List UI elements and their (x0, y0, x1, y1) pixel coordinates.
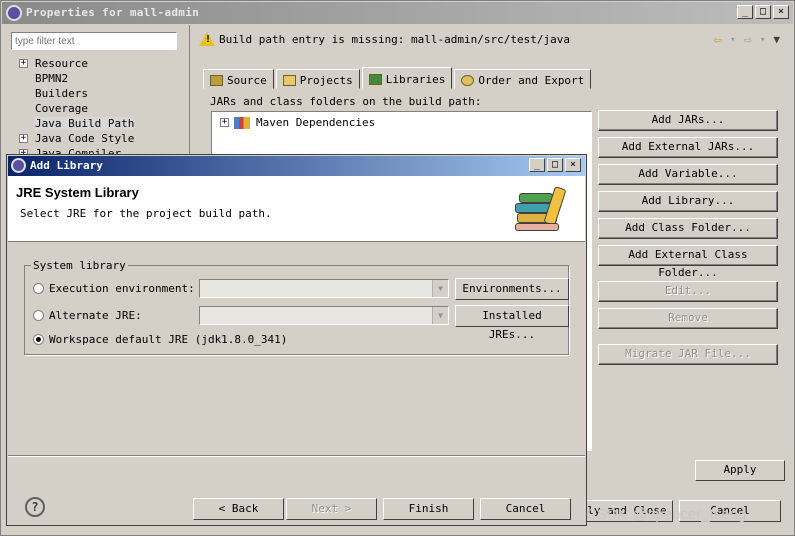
eclipse-icon (11, 158, 26, 173)
tree-item-java-code-style[interactable]: + Java Code Style (19, 131, 134, 146)
tab-source[interactable]: Source (203, 69, 274, 89)
expand-icon[interactable]: + (19, 134, 28, 143)
tree-item-bpmn2[interactable]: BPMN2 (19, 71, 134, 86)
workspace-default-label: Workspace default JRE (jdk1.8.0_341) (49, 333, 288, 346)
finish-button[interactable]: Finish (383, 498, 474, 520)
environments-button[interactable]: Environments... (455, 278, 569, 300)
libraries-icon (368, 73, 382, 85)
dropdown-icon[interactable]: ▾ (760, 32, 765, 48)
filter-input[interactable] (11, 32, 177, 50)
dialog-header: JRE System Library Select JRE for the pr… (8, 176, 585, 242)
close-button[interactable]: × (773, 5, 789, 19)
message-bar: Build path entry is missing: mall-admin/… (191, 26, 792, 54)
add-class-folder-button[interactable]: Add Class Folder... (598, 218, 778, 239)
workspace-default-radio[interactable] (33, 334, 44, 345)
panel-divider (189, 25, 190, 155)
warning-icon (199, 32, 215, 46)
tree-item-builders[interactable]: Builders (19, 86, 134, 101)
properties-titlebar[interactable]: Properties for mall-admin _ □ × (2, 2, 793, 24)
library-icon (234, 117, 250, 129)
library-books-icon (513, 185, 569, 233)
tree-item-resource[interactable]: + Resource (19, 56, 134, 71)
back-button[interactable]: < Back (193, 498, 284, 520)
workspace-default-row: Workspace default JRE (jdk1.8.0_341) (33, 329, 563, 351)
alternate-jre-label: Alternate JRE: (49, 309, 142, 322)
jar-list-label: JARs and class folders on the build path… (210, 95, 482, 108)
back-arrow-icon[interactable]: ⇦ (714, 32, 722, 48)
expand-icon[interactable]: + (19, 59, 28, 68)
tab-order-export[interactable]: Order and Export (454, 69, 592, 89)
remove-button[interactable]: Remove (598, 308, 778, 329)
add-jars-button[interactable]: Add JARs... (598, 110, 778, 131)
expand-icon[interactable]: + (220, 118, 229, 127)
help-icon[interactable]: ? (25, 497, 45, 517)
system-library-group: System library Execution environment: ▼ … (24, 259, 569, 355)
status-message: Build path entry is missing: mall-admin/… (219, 33, 570, 46)
tab-libraries[interactable]: Libraries (361, 67, 453, 89)
property-tree: + Resource BPMN2 Builders Coverage Java B… (19, 56, 135, 161)
group-label: System library (31, 259, 128, 272)
apply-button[interactable]: Apply (695, 460, 785, 481)
next-button[interactable]: Next > (286, 498, 377, 520)
minimize-button[interactable]: _ (737, 5, 753, 19)
order-export-icon (461, 74, 475, 86)
execution-env-combo[interactable]: ▼ (199, 279, 449, 298)
tree-item-java-build-path[interactable]: Java Build Path (19, 116, 135, 131)
maximize-button[interactable]: □ (755, 5, 771, 19)
maximize-button[interactable]: □ (547, 158, 563, 172)
window-title: Properties for mall-admin (26, 6, 200, 19)
projects-icon (282, 74, 296, 86)
dialog-heading: JRE System Library (16, 185, 139, 200)
tab-projects[interactable]: Projects (275, 69, 360, 89)
source-folder-icon (210, 74, 223, 86)
edit-button[interactable]: Edit... (598, 281, 778, 302)
eclipse-icon (6, 5, 22, 21)
tree-item-coverage[interactable]: Coverage (19, 101, 134, 116)
dropdown-icon[interactable]: ▾ (730, 32, 735, 48)
dialog-separator (8, 455, 585, 457)
add-external-jars-button[interactable]: Add External JARs... (598, 137, 778, 158)
minimize-button[interactable]: _ (529, 158, 545, 172)
watermark: CSDN @spencer_tseng (586, 506, 747, 523)
execution-env-row: Execution environment: ▼ Environments... (33, 278, 569, 300)
dialog-title: Add Library (30, 159, 103, 172)
view-menu-icon[interactable]: ▼ (773, 32, 780, 48)
add-variable-button[interactable]: Add Variable... (598, 164, 778, 185)
alternate-jre-row: Alternate JRE: ▼ Installed JREs... (33, 305, 569, 341)
installed-jres-button[interactable]: Installed JREs... (455, 305, 569, 341)
add-library-button[interactable]: Add Library... (598, 191, 778, 212)
execution-env-radio[interactable] (33, 283, 44, 294)
execution-env-label: Execution environment: (49, 282, 195, 295)
dialog-subtitle: Select JRE for the project build path. (20, 207, 272, 220)
chevron-down-icon[interactable]: ▼ (432, 307, 448, 324)
dialog-cancel-button[interactable]: Cancel (480, 498, 571, 520)
forward-arrow-icon[interactable]: ⇨ (744, 32, 752, 48)
alternate-jre-radio[interactable] (33, 310, 44, 321)
migrate-jar-button[interactable]: Migrate JAR File... (598, 344, 778, 365)
dialog-titlebar[interactable]: Add Library _ □ × (8, 156, 585, 176)
chevron-down-icon[interactable]: ▼ (432, 280, 448, 297)
close-button[interactable]: × (565, 158, 581, 172)
alternate-jre-combo[interactable]: ▼ (199, 306, 449, 325)
build-path-tabs: Source Projects Libraries Order and Expo… (203, 67, 593, 89)
add-external-class-folder-button[interactable]: Add External Class Folder... (598, 245, 778, 279)
add-library-dialog: Add Library _ □ × JRE System Library Sel… (6, 154, 587, 526)
